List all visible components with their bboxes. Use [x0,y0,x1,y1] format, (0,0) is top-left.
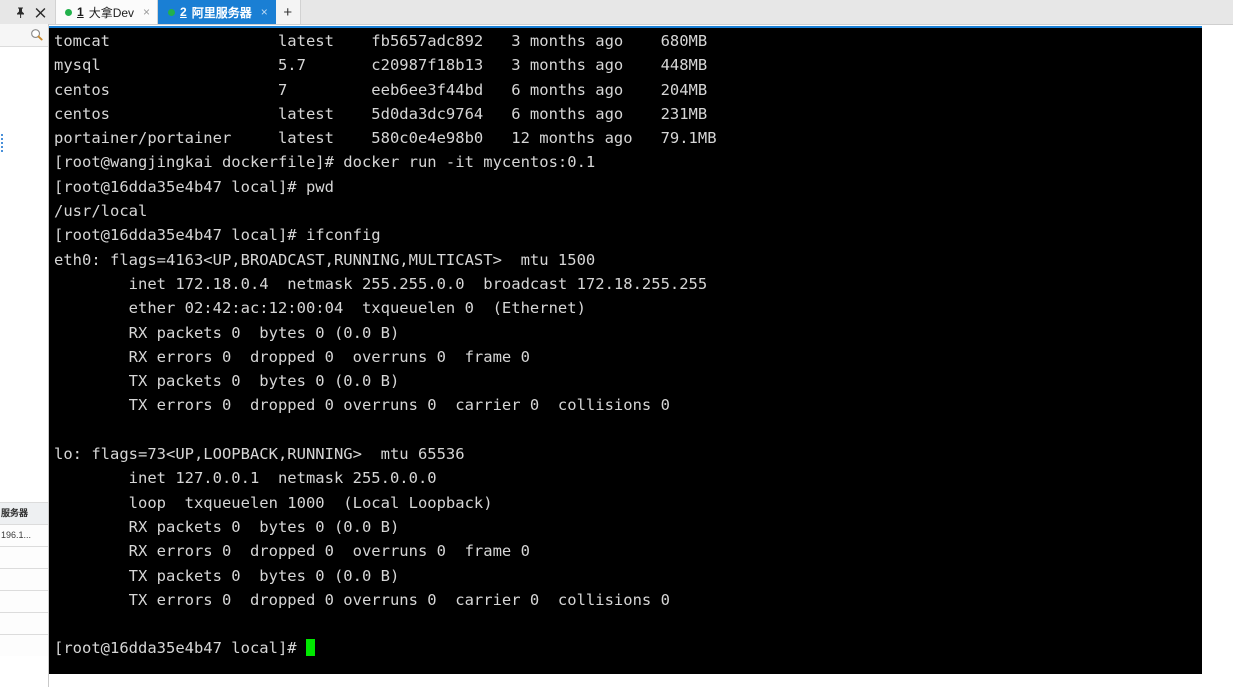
sidebar-item-empty[interactable] [0,634,48,656]
tab-label: 大拿Dev [88,5,135,20]
terminal-line: centos latest 5d0da3dc9764 6 months ago … [54,104,708,123]
terminal-line: /usr/local [54,202,148,221]
tab-1[interactable]: 1 大拿Dev × [55,0,159,24]
tab-status-dot-icon [168,8,176,16]
terminal-output[interactable]: tomcat latest fb5657adc892 3 months ago … [49,28,1202,661]
terminal-line: RX packets 0 bytes 0 (0.0 B) [54,323,400,342]
search-icon[interactable] [30,28,43,43]
session-sidebar: 服务器 196.1... [0,24,49,687]
tab-bar: 1 大拿Dev × 2 阿里服务器 × + [0,0,1233,25]
terminal-line: TX packets 0 bytes 0 (0.0 B) [54,372,400,391]
terminal-line: ether 02:42:ac:12:00:04 txqueuelen 0 (Et… [54,299,586,318]
terminal-line: mysql 5.7 c20987f18b13 3 months ago 448M… [54,56,708,75]
tab-close-icon[interactable]: × [143,6,150,18]
terminal-line: inet 172.18.0.4 netmask 255.255.0.0 broa… [54,274,708,293]
terminal-line: [root@wangjingkai dockerfile]# docker ru… [54,153,596,172]
terminal-line: TX errors 0 dropped 0 overruns 0 carrier… [54,590,670,609]
sidebar-item-host[interactable]: 196.1... [0,524,48,546]
tab-bar-filler [300,0,1233,24]
sidebar-group-header[interactable]: 服务器 [0,502,48,524]
pin-icon[interactable] [14,6,27,19]
close-icon[interactable] [34,6,47,19]
terminal-cursor [305,639,315,657]
terminal-line: tomcat latest fb5657adc892 3 months ago … [54,32,708,50]
tab-close-icon[interactable]: × [261,6,268,18]
sidebar-search-row[interactable] [0,24,48,47]
terminal-line: lo: flags=73<UP,LOOPBACK,RUNNING> mtu 65… [54,445,465,464]
prompt-text: [root@16dda35e4b47 local]# [54,639,306,658]
terminal-line: RX errors 0 dropped 0 overruns 0 frame 0 [54,542,530,561]
terminal-line: [root@16dda35e4b47 local]# ifconfig [54,226,381,245]
terminal-panel[interactable]: tomcat latest fb5657adc892 3 months ago … [49,26,1202,674]
terminal-prompt-line: [root@16dda35e4b47 local]# [54,636,1202,660]
window-controls [0,0,55,24]
tab-number: 2 [180,5,187,19]
tab-2[interactable]: 2 阿里服务器 × [158,0,276,24]
sidebar-item-empty[interactable] [0,546,48,568]
tab-label: 阿里服务器 [191,5,252,20]
terminal-line: loop txqueuelen 1000 (Local Loopback) [54,493,493,512]
terminal-line: RX errors 0 dropped 0 overruns 0 frame 0 [54,347,530,366]
tab-number: 1 [77,5,84,19]
sidebar-item-empty[interactable] [0,590,48,612]
terminal-line: centos 7 eeb6ee3f44bd 6 months ago 204MB [54,80,708,99]
terminal-line: portainer/portainer latest 580c0e4e98b0 … [54,129,717,148]
new-tab-button[interactable]: + [275,0,301,24]
terminal-line: inet 127.0.0.1 netmask 255.0.0.0 [54,469,437,488]
sidebar-item-empty[interactable] [0,612,48,634]
terminal-line: TX errors 0 dropped 0 overruns 0 carrier… [54,396,670,415]
sidebar-item-empty[interactable] [0,568,48,590]
terminal-line: [root@16dda35e4b47 local]# pwd [54,177,334,196]
terminal-line: eth0: flags=4163<UP,BROADCAST,RUNNING,MU… [54,250,596,269]
tab-status-dot-icon [65,8,72,16]
sidebar-drag-handle[interactable] [0,132,4,158]
terminal-line: RX packets 0 bytes 0 (0.0 B) [54,517,400,536]
terminal-line: TX packets 0 bytes 0 (0.0 B) [54,566,400,585]
